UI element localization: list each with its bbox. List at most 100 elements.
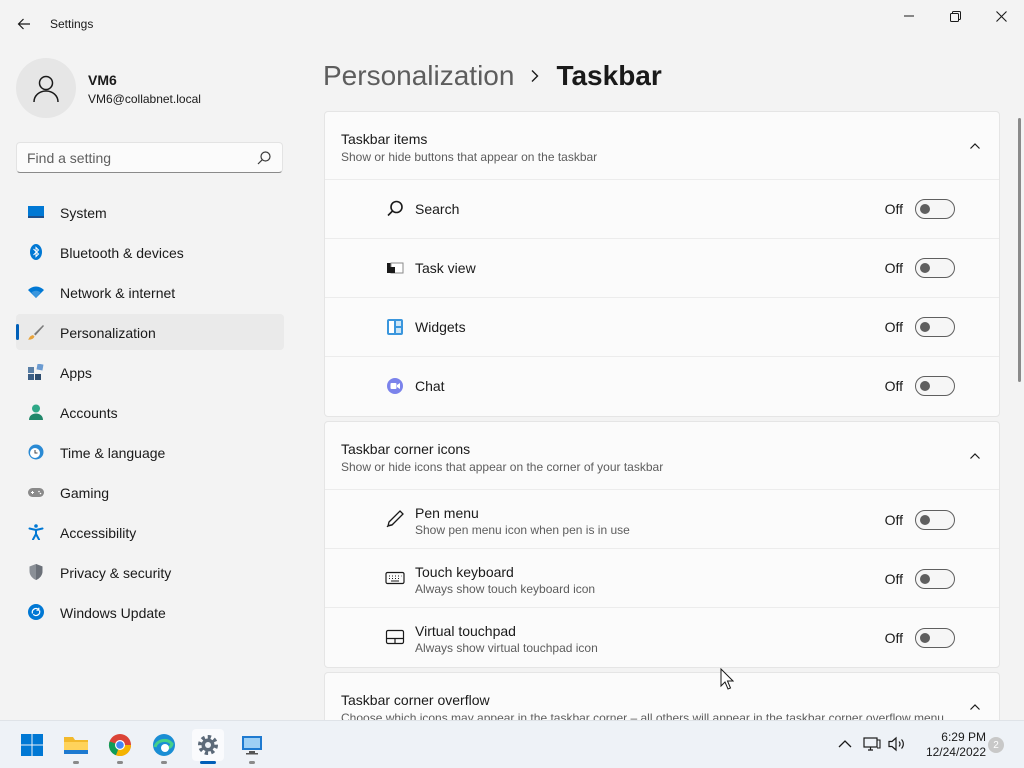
breadcrumb: Personalization Taskbar: [323, 58, 662, 94]
toggle-knob: [920, 381, 930, 391]
title-bar: Settings: [0, 0, 1024, 48]
section-title: Taskbar corner overflow: [341, 692, 490, 708]
notification-badge[interactable]: 2: [988, 737, 1004, 753]
taskbar-items-section: Taskbar items Show or hide buttons that …: [324, 111, 1000, 417]
sidebar-item-label: Network & internet: [60, 285, 176, 301]
taskbar-clock[interactable]: 6:29 PM 12/24/2022: [912, 730, 986, 760]
search-toggle[interactable]: [915, 199, 955, 219]
task-view-toggle[interactable]: [915, 258, 955, 278]
sidebar-item-label: Bluetooth & devices: [60, 245, 184, 261]
setting-label: Task view: [415, 260, 476, 276]
toggle-state: Off: [884, 512, 903, 528]
setting-row-virtual-touchpad: Virtual touchpad Always show virtual tou…: [325, 608, 999, 667]
sidebar-item-label: Gaming: [60, 485, 110, 501]
keyboard-icon: [385, 571, 405, 585]
section-title: Taskbar items: [341, 131, 428, 147]
toggle-state: Off: [884, 260, 903, 276]
setting-row-widgets: Widgets Off: [325, 298, 999, 357]
chevron-up-icon[interactable]: [969, 701, 981, 713]
controller-icon: [28, 488, 44, 497]
taskbar-file-explorer[interactable]: [60, 729, 92, 764]
sidebar-item-label: System: [60, 205, 107, 221]
sidebar-item-label: Personalization: [60, 325, 156, 341]
sidebar-item-privacy[interactable]: Privacy & security: [16, 554, 284, 590]
pen-icon: [386, 510, 404, 528]
file-explorer-icon: [64, 737, 88, 754]
chat-toggle[interactable]: [915, 376, 955, 396]
setting-label: Search: [415, 201, 460, 217]
taskbar-remote-desktop[interactable]: [236, 729, 268, 764]
start-icon: [21, 734, 43, 756]
user-name: VM6: [88, 72, 117, 88]
chevron-up-icon[interactable]: [836, 735, 854, 753]
chevron-up-icon[interactable]: [969, 450, 981, 462]
back-arrow-icon[interactable]: [12, 12, 36, 36]
chevron-right-icon: [530, 69, 540, 83]
toggle-state: Off: [884, 319, 903, 335]
minimize-button[interactable]: [886, 0, 932, 32]
taskbar-corner-icons-section: Taskbar corner icons Show or hide icons …: [324, 421, 1000, 668]
apps-icon: [28, 364, 44, 380]
sidebar-item-system[interactable]: System: [16, 194, 284, 230]
setting-row-search: Search Off: [325, 180, 999, 239]
search-input[interactable]: [17, 143, 247, 172]
clock-date: 12/24/2022: [925, 745, 986, 759]
network-icon[interactable]: [863, 735, 881, 753]
section-description: Show or hide icons that appear on the co…: [341, 460, 664, 474]
taskbar-edge[interactable]: [148, 729, 180, 764]
accounts-icon: [29, 404, 43, 420]
task-view-icon: [387, 262, 404, 274]
search-box[interactable]: [16, 142, 283, 173]
setting-label: Pen menu: [415, 505, 479, 521]
touch-keyboard-toggle[interactable]: [915, 569, 955, 589]
widgets-toggle[interactable]: [915, 317, 955, 337]
running-indicator: [249, 761, 255, 764]
setting-label: Chat: [415, 378, 445, 394]
toggle-knob: [920, 322, 930, 332]
chat-icon: [387, 378, 403, 394]
sidebar-item-apps[interactable]: Apps: [16, 354, 284, 390]
setting-label: Widgets: [415, 319, 466, 335]
taskbar-settings[interactable]: [192, 729, 224, 764]
sidebar-item-accessibility[interactable]: Accessibility: [16, 514, 284, 550]
accessibility-icon: [28, 524, 44, 540]
sidebar-item-bluetooth[interactable]: Bluetooth & devices: [16, 234, 284, 270]
wifi-icon: [28, 286, 44, 298]
sidebar-item-gaming[interactable]: Gaming: [16, 474, 284, 510]
sidebar-nav: System Bluetooth & devices Network & int…: [16, 194, 284, 634]
taskbar-chrome[interactable]: [104, 729, 136, 764]
virtual-touchpad-toggle[interactable]: [915, 628, 955, 648]
sidebar-item-personalization[interactable]: Personalization: [16, 314, 284, 350]
volume-icon[interactable]: [888, 735, 906, 753]
setting-row-touch-keyboard: Touch keyboard Always show touch keyboar…: [325, 549, 999, 608]
close-button[interactable]: [978, 0, 1024, 32]
toggle-state: Off: [884, 630, 903, 646]
sidebar-item-accounts[interactable]: Accounts: [16, 394, 284, 430]
widgets-icon: [387, 319, 403, 335]
sidebar-item-network[interactable]: Network & internet: [16, 274, 284, 310]
search-icon[interactable]: [256, 150, 272, 166]
setting-description: Always show touch keyboard icon: [415, 582, 596, 596]
sidebar-item-time-language[interactable]: Time & language: [16, 434, 284, 470]
setting-description: Show pen menu icon when pen is in use: [415, 523, 630, 537]
scrollbar[interactable]: [1018, 118, 1021, 382]
sidebar-item-label: Privacy & security: [60, 565, 172, 581]
sidebar-item-label: Apps: [60, 365, 92, 381]
taskbar-items-header[interactable]: Taskbar items Show or hide buttons that …: [325, 112, 999, 180]
avatar: [16, 58, 76, 118]
user-email: VM6@collabnet.local: [88, 92, 201, 106]
toggle-state: Off: [884, 378, 903, 394]
pen-menu-toggle[interactable]: [915, 510, 955, 530]
taskbar-corner-icons-header[interactable]: Taskbar corner icons Show or hide icons …: [325, 422, 999, 490]
breadcrumb-parent-link[interactable]: Personalization: [323, 60, 514, 92]
clock-time: 6:29 PM: [941, 730, 986, 744]
running-indicator: [117, 761, 123, 764]
page-title: Taskbar: [556, 60, 662, 91]
sidebar-item-windows-update[interactable]: Windows Update: [16, 594, 284, 630]
chevron-up-icon[interactable]: [969, 140, 981, 152]
toggle-state: Off: [884, 571, 903, 587]
setting-row-pen-menu: Pen menu Show pen menu icon when pen is …: [325, 490, 999, 549]
restore-button[interactable]: [932, 0, 978, 32]
toggle-state: Off: [884, 201, 903, 217]
start-button[interactable]: [16, 729, 48, 761]
